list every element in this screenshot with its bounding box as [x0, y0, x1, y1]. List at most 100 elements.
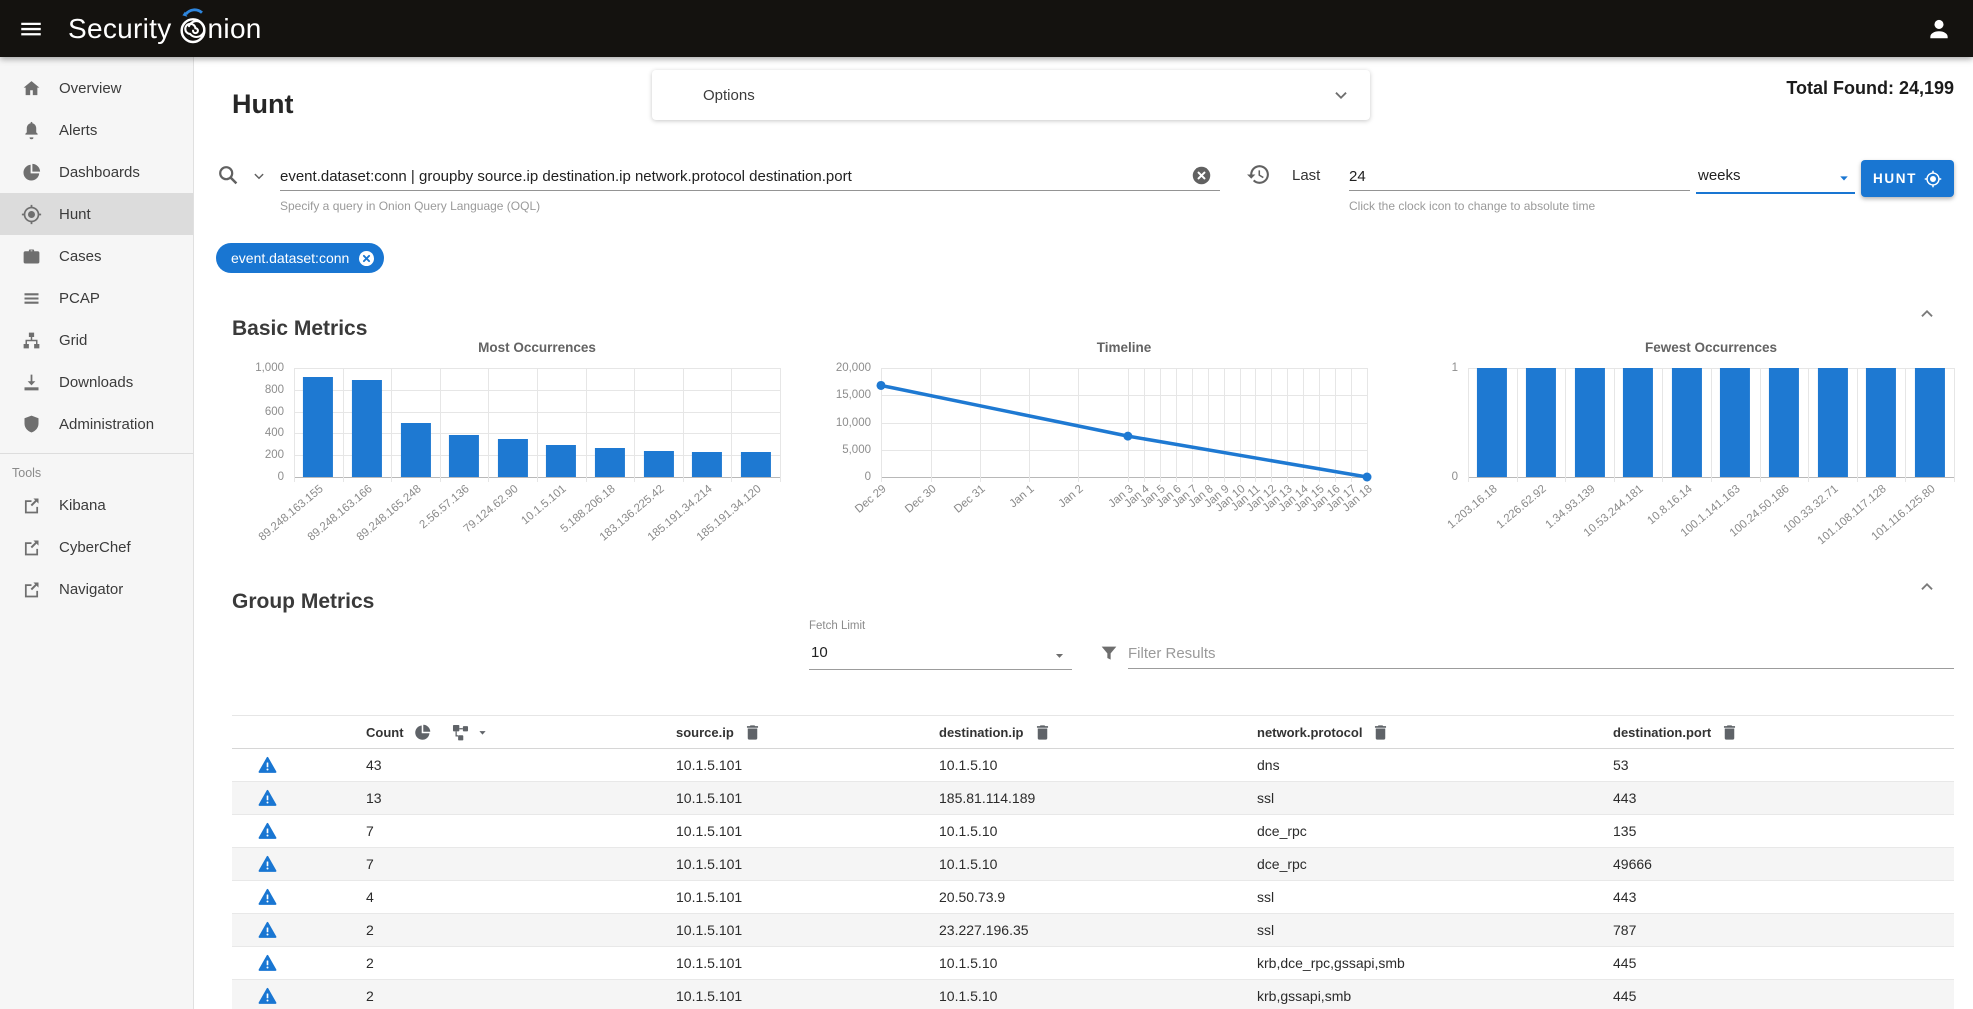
table-row[interactable]: 1310.1.5.101185.81.114.189ssl443 — [232, 782, 1954, 815]
bar[interactable] — [1623, 368, 1653, 477]
relative-time-clock-icon[interactable] — [1246, 162, 1271, 187]
hunt-button[interactable]: HUNT — [1861, 160, 1954, 197]
person-icon — [1926, 16, 1952, 42]
bar[interactable] — [741, 452, 771, 477]
bar[interactable] — [595, 448, 625, 477]
bar[interactable] — [498, 439, 528, 477]
alert-triangle-icon[interactable] — [257, 887, 278, 908]
data-point[interactable] — [1363, 473, 1372, 482]
sidebar-item-alerts[interactable]: Alerts — [0, 109, 193, 151]
bar[interactable] — [1477, 368, 1507, 477]
table-row[interactable]: 4310.1.5.10110.1.5.10dns53 — [232, 749, 1954, 782]
group-metrics-collapse-button[interactable] — [1915, 575, 1939, 599]
chip-close-icon[interactable] — [357, 249, 376, 268]
fetch-limit-value: 10 — [811, 644, 828, 661]
table-row[interactable]: 410.1.5.10120.50.73.9ssl443 — [232, 881, 1954, 914]
bar[interactable] — [1769, 368, 1799, 477]
sidebar-tool-cyberchef[interactable]: CyberChef — [0, 526, 193, 568]
bar[interactable] — [400, 423, 430, 478]
y-axis-tick-label: 800 — [265, 384, 284, 396]
pie-icon — [21, 162, 42, 183]
group-graph-icon[interactable] — [451, 723, 470, 742]
column-header-source-ip[interactable]: source.ip — [642, 723, 905, 742]
graph-options-caret-icon[interactable] — [475, 725, 490, 740]
time-unit-select[interactable]: weeks — [1696, 162, 1855, 194]
column-header-destination-port[interactable]: destination.port — [1579, 723, 1954, 742]
sidebar-item-hunt[interactable]: Hunt — [0, 193, 193, 235]
sidebar-item-pcap[interactable]: PCAP — [0, 277, 193, 319]
basic-metrics-collapse-button[interactable] — [1915, 302, 1939, 326]
table-cell: ssl — [1223, 922, 1579, 938]
bar[interactable] — [1672, 368, 1702, 477]
time-range-prefix-label: Last — [1292, 167, 1320, 184]
table-row[interactable]: 210.1.5.10110.1.5.10krb,dce_rpc,gssapi,s… — [232, 947, 1954, 980]
chart-fewest-occurrences: Fewest Occurrences 01 1.203.16.181.226.6… — [1406, 340, 1954, 569]
query-history-caret-icon[interactable] — [250, 167, 268, 185]
main-content: Hunt Options Total Found: 24,199 Last we… — [193, 57, 1973, 1009]
alert-triangle-icon[interactable] — [257, 821, 278, 842]
bar[interactable] — [1574, 368, 1604, 477]
filter-results-input[interactable] — [1128, 639, 1954, 669]
search-icon[interactable] — [216, 163, 240, 187]
menu-button[interactable] — [8, 6, 54, 52]
column-header-destination-ip[interactable]: destination.ip — [905, 723, 1223, 742]
bar[interactable] — [449, 435, 479, 478]
y-axis-tick-label: 15,000 — [836, 389, 871, 401]
page-title: Hunt — [232, 89, 293, 120]
remove-column-icon[interactable] — [1371, 723, 1390, 742]
bar[interactable] — [303, 377, 333, 477]
sidebar-item-label: Grid — [59, 332, 87, 349]
table-row[interactable]: 210.1.5.10123.227.196.35ssl787 — [232, 914, 1954, 947]
sidebar-item-grid[interactable]: Grid — [0, 319, 193, 361]
alert-triangle-icon[interactable] — [257, 755, 278, 776]
sidebar-item-dashboards[interactable]: Dashboards — [0, 151, 193, 193]
bar[interactable] — [352, 380, 382, 477]
remove-column-icon[interactable] — [743, 723, 762, 742]
remove-column-icon[interactable] — [1720, 723, 1739, 742]
table-cell: 4 — [332, 889, 642, 905]
sidebar-tool-kibana[interactable]: Kibana — [0, 484, 193, 526]
fetch-limit-select[interactable]: 10 — [809, 639, 1072, 670]
data-point[interactable] — [1123, 432, 1132, 441]
column-header-network-protocol[interactable]: network.protocol — [1223, 723, 1579, 742]
bar[interactable] — [1915, 368, 1945, 477]
table-row[interactable]: 710.1.5.10110.1.5.10dce_rpc135 — [232, 815, 1954, 848]
sidebar-tool-navigator[interactable]: Navigator — [0, 568, 193, 610]
data-point[interactable] — [877, 381, 886, 390]
bar[interactable] — [546, 445, 576, 477]
sidebar-item-cases[interactable]: Cases — [0, 235, 193, 277]
pie-chart-toggle-icon[interactable] — [413, 723, 432, 742]
alert-triangle-icon[interactable] — [257, 986, 278, 1007]
bar[interactable] — [643, 451, 673, 477]
table-row[interactable]: 210.1.5.10110.1.5.10krb,gssapi,smb445 — [232, 980, 1954, 1009]
sidebar-item-label: Administration — [59, 416, 154, 433]
sidebar-tool-label: CyberChef — [59, 539, 131, 556]
options-panel-toggle[interactable]: Options — [652, 70, 1370, 120]
time-unit-value: weeks — [1698, 167, 1741, 184]
bar[interactable] — [1526, 368, 1556, 477]
column-header-count[interactable]: Count — [332, 723, 642, 742]
alert-triangle-icon[interactable] — [257, 920, 278, 941]
account-button[interactable] — [1917, 7, 1961, 51]
alert-triangle-icon[interactable] — [257, 854, 278, 875]
filter-chip[interactable]: event.dataset:conn — [216, 243, 384, 273]
clear-query-icon[interactable] — [1191, 165, 1212, 186]
alert-triangle-icon[interactable] — [257, 953, 278, 974]
sidebar-item-downloads[interactable]: Downloads — [0, 361, 193, 403]
query-input[interactable] — [280, 162, 1220, 191]
bar[interactable] — [1720, 368, 1750, 477]
alert-triangle-icon[interactable] — [257, 788, 278, 809]
sidebar-item-overview[interactable]: Overview — [0, 67, 193, 109]
basic-metrics-charts: Most Occurrences 02004006008001,000 89.2… — [232, 340, 1954, 569]
table-cell: 443 — [1579, 889, 1954, 905]
time-value-input[interactable] — [1349, 162, 1690, 191]
table-row[interactable]: 710.1.5.10110.1.5.10dce_rpc49666 — [232, 848, 1954, 881]
remove-column-icon[interactable] — [1033, 723, 1052, 742]
bar[interactable] — [1866, 368, 1896, 477]
y-axis-tick-label: 1 — [1452, 362, 1458, 374]
column-header-label: destination.port — [1613, 725, 1711, 740]
sidebar-item-administration[interactable]: Administration — [0, 403, 193, 445]
column-header-label: destination.ip — [939, 725, 1024, 740]
bar[interactable] — [1817, 368, 1847, 477]
bar[interactable] — [692, 452, 722, 477]
